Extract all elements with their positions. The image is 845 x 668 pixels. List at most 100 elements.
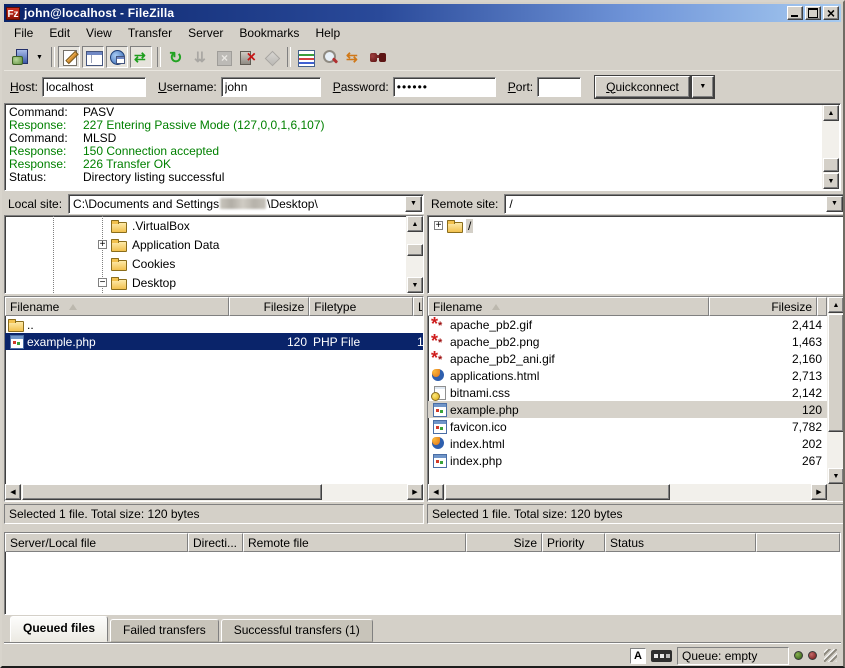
remote-file-row[interactable]: index.php267 bbox=[428, 452, 827, 469]
scrollbar-thumb[interactable] bbox=[22, 484, 322, 500]
column-header-status[interactable]: Status bbox=[605, 533, 756, 552]
column-header-filesize[interactable]: Filesize bbox=[709, 297, 817, 316]
maximize-button[interactable] bbox=[805, 6, 821, 20]
column-header-size[interactable]: Size bbox=[466, 533, 542, 552]
scrollbar-thumb[interactable] bbox=[407, 244, 423, 256]
menu-item[interactable]: Bookmarks bbox=[231, 24, 307, 42]
remote-file-row[interactable]: applications.html2,713 bbox=[428, 367, 827, 384]
file-size: 2,160 bbox=[715, 350, 825, 367]
tree-expander-icon[interactable]: − bbox=[98, 278, 107, 287]
speedlimit-badge-icon[interactable] bbox=[651, 650, 672, 662]
remote-file-row[interactable]: index.html202 bbox=[428, 435, 827, 452]
quickconnect-dropdown[interactable]: ▼ bbox=[692, 76, 714, 98]
local-file-row[interactable]: .. bbox=[5, 316, 423, 333]
scroll-down-icon[interactable]: ▼ bbox=[828, 468, 844, 484]
tree-expander-icon[interactable]: + bbox=[434, 221, 443, 230]
remote-file-row[interactable]: example.php120 bbox=[428, 401, 827, 418]
scroll-left-icon[interactable]: ◀ bbox=[5, 484, 21, 500]
site-manager-dropdown[interactable] bbox=[33, 46, 46, 68]
filezilla-window: Fz john@localhost - FileZilla FileEditVi… bbox=[0, 0, 845, 668]
remote-site-label: Remote site: bbox=[427, 197, 504, 211]
queue-tab[interactable]: Failed transfers bbox=[110, 619, 219, 642]
refresh-button[interactable] bbox=[164, 46, 186, 68]
local-tree-item[interactable]: .VirtualBox bbox=[5, 216, 423, 235]
queue-tab[interactable]: Queued files bbox=[10, 616, 108, 642]
column-header-filesize[interactable]: Filesize bbox=[229, 297, 309, 316]
process-queue-button[interactable] bbox=[188, 46, 210, 68]
column-header-filename[interactable]: Filename bbox=[428, 297, 709, 316]
scroll-right-icon[interactable]: ▶ bbox=[811, 484, 827, 500]
find-files-button[interactable] bbox=[366, 46, 388, 68]
scroll-right-icon[interactable]: ▶ bbox=[407, 484, 423, 500]
menu-item[interactable]: Server bbox=[180, 24, 231, 42]
remote-file-row[interactable]: apache_pb2.png1,463 bbox=[428, 333, 827, 350]
log-scrollbar[interactable]: ▲ ▼ bbox=[822, 105, 839, 189]
remote-file-row[interactable]: bitnami.css2,142 bbox=[428, 384, 827, 401]
chevron-down-icon[interactable]: ▼ bbox=[405, 196, 422, 212]
cancel-operation-button[interactable] bbox=[212, 46, 234, 68]
filter-button[interactable] bbox=[294, 46, 316, 68]
column-header-server-local-file[interactable]: Server/Local file bbox=[5, 533, 188, 552]
column-header-filler bbox=[756, 533, 840, 552]
local-file-row[interactable]: example.php120PHP File1 bbox=[5, 333, 423, 350]
scroll-down-icon[interactable]: ▼ bbox=[407, 277, 423, 293]
menu-item[interactable]: Edit bbox=[41, 24, 78, 42]
menu-item[interactable]: File bbox=[6, 24, 41, 42]
password-input[interactable] bbox=[393, 77, 496, 97]
toolbar-separator bbox=[154, 46, 162, 68]
column-header-filetype[interactable]: Filetype bbox=[309, 297, 413, 316]
column-header-lastmodified[interactable]: L bbox=[413, 297, 423, 316]
disconnect-button[interactable] bbox=[236, 46, 258, 68]
synchronized-browsing-button[interactable] bbox=[342, 46, 364, 68]
remote-list-vscrollbar[interactable]: ▲ ▼ bbox=[827, 297, 844, 484]
column-header-direction[interactable]: Directi... bbox=[188, 533, 243, 552]
local-tree-item[interactable]: +Application Data bbox=[5, 235, 423, 254]
local-tree-item[interactable]: Cookies bbox=[5, 254, 423, 273]
toggle-message-log-button[interactable] bbox=[58, 46, 80, 68]
local-path-combo[interactable]: C:\Documents and Settings\Desktop\ ▼ bbox=[68, 194, 424, 214]
chevron-down-icon[interactable]: ▼ bbox=[826, 196, 843, 212]
remote-file-row[interactable]: apache_pb2.gif2,414 bbox=[428, 316, 827, 333]
remote-tree-item[interactable]: +/ bbox=[428, 216, 844, 235]
scroll-down-icon[interactable]: ▼ bbox=[823, 173, 839, 189]
remote-site-bar: Remote site: / ▼ bbox=[427, 193, 845, 214]
menu-item[interactable]: Help bbox=[307, 24, 348, 42]
host-input[interactable] bbox=[42, 77, 146, 97]
port-input[interactable] bbox=[537, 77, 581, 97]
scroll-up-icon[interactable]: ▲ bbox=[828, 297, 844, 313]
scrollbar-thumb[interactable] bbox=[823, 158, 839, 172]
scroll-up-icon[interactable]: ▲ bbox=[823, 105, 839, 121]
reconnect-button[interactable] bbox=[260, 46, 282, 68]
scrollbar-thumb[interactable] bbox=[445, 484, 670, 500]
file-icon bbox=[8, 318, 25, 331]
menu-item[interactable]: Transfer bbox=[120, 24, 180, 42]
queue-tab[interactable]: Successful transfers (1) bbox=[221, 619, 373, 642]
transfer-type-icon[interactable]: A bbox=[630, 648, 646, 664]
minimize-button[interactable] bbox=[787, 6, 803, 20]
local-tree-scrollbar[interactable]: ▲ ▼ bbox=[406, 216, 423, 293]
directory-comparison-button[interactable] bbox=[318, 46, 340, 68]
scrollbar-thumb[interactable] bbox=[828, 314, 844, 432]
site-manager-button[interactable] bbox=[9, 46, 31, 68]
toggle-remote-tree-button[interactable] bbox=[106, 46, 128, 68]
toggle-local-tree-button[interactable] bbox=[82, 46, 104, 68]
column-header-priority[interactable]: Priority bbox=[542, 533, 605, 552]
menu-item[interactable]: View bbox=[78, 24, 120, 42]
column-header-filename[interactable]: Filename bbox=[5, 297, 229, 316]
local-list-hscrollbar[interactable]: ◀ ▶ bbox=[5, 484, 423, 501]
toggle-queue-button[interactable] bbox=[130, 46, 152, 68]
remote-path-combo[interactable]: / ▼ bbox=[504, 194, 845, 214]
column-header-remote-file[interactable]: Remote file bbox=[243, 533, 466, 552]
remote-file-row[interactable]: favicon.ico7,782 bbox=[428, 418, 827, 435]
local-site-label: Local site: bbox=[4, 197, 68, 211]
remote-list-hscrollbar[interactable]: ◀ ▶ bbox=[428, 484, 827, 501]
remote-file-row[interactable]: apache_pb2_ani.gif2,160 bbox=[428, 350, 827, 367]
local-tree-item[interactable]: −Desktop bbox=[5, 273, 423, 292]
quickconnect-button[interactable]: Quickconnect bbox=[595, 76, 690, 98]
username-input[interactable] bbox=[221, 77, 321, 97]
tree-expander-icon[interactable]: + bbox=[98, 240, 107, 249]
scroll-left-icon[interactable]: ◀ bbox=[428, 484, 444, 500]
resize-grip[interactable] bbox=[824, 649, 837, 662]
scroll-up-icon[interactable]: ▲ bbox=[407, 216, 423, 232]
close-button[interactable] bbox=[823, 6, 839, 20]
